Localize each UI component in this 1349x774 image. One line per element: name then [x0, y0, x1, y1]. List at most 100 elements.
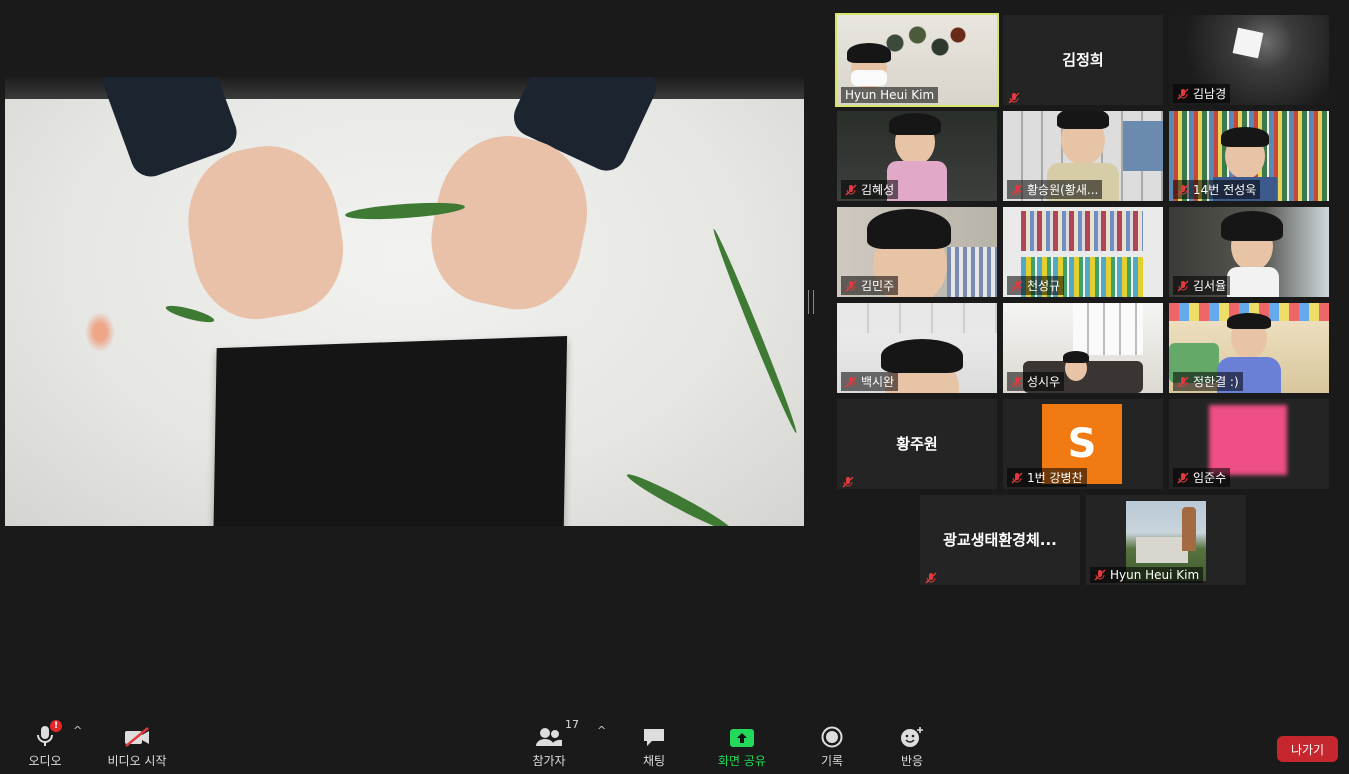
participant-tile[interactable]: 황승원(황새... — [1003, 111, 1163, 201]
mic-muted-icon — [1177, 376, 1189, 388]
audio-options-caret[interactable]: ^ — [73, 724, 82, 737]
participant-label: 백시완 — [841, 372, 899, 391]
participant-tile[interactable]: 임준수 — [1169, 399, 1329, 489]
mic-muted-icon — [1011, 472, 1023, 484]
participant-tile[interactable]: 성시우 — [1003, 303, 1163, 393]
participant-name: 광교생태환경체... — [943, 531, 1057, 549]
participant-name: Hyun Heui Kim — [1110, 568, 1200, 582]
participant-tile[interactable]: 광교생태환경체... — [920, 495, 1080, 585]
participant-tile[interactable]: 김남경 — [1169, 15, 1329, 105]
participant-name: 김민주 — [861, 279, 895, 293]
share-screen-label: 화면 공유 — [718, 754, 766, 768]
mic-muted-icon — [845, 376, 857, 388]
participants-label: 참가자 — [532, 754, 566, 768]
orange-stain — [85, 312, 115, 352]
participant-label: 14번 전성욱 — [1173, 180, 1261, 199]
participant-tile[interactable]: Hyun Heui Kim — [835, 13, 999, 107]
participant-label: 성시우 — [1007, 372, 1065, 391]
participant-name: 김정희 — [1062, 51, 1104, 69]
main-video[interactable] — [5, 77, 804, 526]
participant-tile[interactable]: 황주원 — [837, 399, 997, 489]
mic-muted-icon — [1177, 472, 1189, 484]
participant-name: Hyun Heui Kim — [845, 88, 935, 102]
participant-tile[interactable]: 14번 전성욱 — [1169, 111, 1329, 201]
reactions-button[interactable]: 반응 — [872, 720, 952, 769]
audio-alert-badge: ! — [50, 720, 62, 732]
meeting-toolbar: 오디오 ! ^ 비디오 시작 참가자 17 ^ 채팅 화면 공유 기록 반응 — [0, 710, 1349, 774]
participant-label: 1번 강병찬 — [1007, 468, 1087, 487]
participant-tile[interactable]: 김서율 — [1169, 207, 1329, 297]
participant-label: 김혜성 — [841, 180, 899, 199]
participant-name: 김남경 — [1193, 87, 1227, 101]
chat-icon — [644, 729, 664, 746]
share-screen-button[interactable]: 화면 공유 — [702, 720, 782, 769]
mic-muted-icon — [1177, 184, 1189, 196]
participant-name: 백시완 — [861, 375, 895, 389]
mic-muted-icon — [1177, 280, 1189, 292]
participant-label: 임준수 — [1173, 468, 1231, 487]
mic-muted-icon — [925, 569, 937, 584]
participant-name: 김서율 — [1193, 279, 1227, 293]
mic-muted-icon — [1177, 280, 1189, 292]
share-screen-icon — [730, 729, 754, 747]
participant-name: 천성규 — [1027, 279, 1061, 293]
reaction-smiley-icon — [901, 727, 923, 747]
participant-name: 임준수 — [1193, 471, 1227, 485]
record-label: 기록 — [820, 754, 844, 768]
participant-label: 김민주 — [841, 276, 899, 295]
participant-name: 1번 강병찬 — [1027, 471, 1083, 485]
mic-muted-icon — [1011, 280, 1023, 292]
participants-button[interactable]: 참가자 17 — [509, 718, 589, 769]
chat-button[interactable]: 채팅 — [614, 720, 694, 769]
participant-tile[interactable]: 정한결 :) — [1169, 303, 1329, 393]
participant-label: Hyun Heui Kim — [1090, 567, 1204, 583]
mic-muted-icon — [845, 184, 857, 196]
participants-icon — [536, 728, 562, 746]
mic-muted-icon — [845, 280, 857, 292]
participant-tile[interactable]: 백시완 — [837, 303, 997, 393]
mic-muted-icon — [1177, 376, 1189, 388]
record-button[interactable]: 기록 — [792, 720, 872, 769]
mic-muted-icon — [1011, 472, 1023, 484]
mic-muted-icon — [1008, 92, 1020, 104]
mic-muted-icon — [1011, 280, 1023, 292]
mic-muted-icon — [845, 376, 857, 388]
participant-label: 정한결 :) — [1173, 372, 1243, 391]
participant-tile[interactable]: 김민주 — [837, 207, 997, 297]
mic-muted-icon — [845, 184, 857, 196]
participant-tile[interactable]: S 1번 강병찬 — [1003, 399, 1163, 489]
video-off-icon — [125, 727, 149, 747]
mic-muted-icon — [1177, 472, 1189, 484]
participant-label: 김서율 — [1173, 276, 1231, 295]
participant-label: 천성규 — [1007, 276, 1065, 295]
participant-tile[interactable]: 김정희 — [1003, 15, 1163, 105]
mic-muted-icon — [1094, 569, 1106, 581]
resize-handle[interactable] — [808, 290, 814, 314]
participant-label: Hyun Heui Kim — [841, 87, 939, 103]
participant-name: 김혜성 — [861, 183, 895, 197]
reactions-label: 반응 — [900, 754, 924, 768]
participants-options-caret[interactable]: ^ — [597, 724, 606, 737]
mic-muted-icon — [1177, 88, 1189, 100]
participant-name: 황승원(황새... — [1027, 183, 1099, 197]
participant-label: 김남경 — [1173, 84, 1231, 103]
participant-tile[interactable]: Hyun Heui Kim — [1086, 495, 1246, 585]
mic-muted-icon — [1011, 184, 1023, 196]
mic-muted-icon — [845, 280, 857, 292]
mic-muted-icon — [842, 476, 854, 488]
participant-name: 성시우 — [1027, 375, 1061, 389]
video-label: 비디오 시작 — [107, 754, 167, 768]
audio-label: 오디오 — [28, 754, 62, 768]
participant-tile[interactable]: 천성규 — [1003, 207, 1163, 297]
leave-button[interactable]: 나가기 — [1277, 736, 1338, 762]
mic-muted-icon — [1177, 88, 1189, 100]
mic-muted-icon — [1008, 89, 1020, 104]
chat-label: 채팅 — [642, 754, 666, 768]
mic-muted-icon — [1094, 569, 1106, 581]
record-icon — [821, 726, 843, 748]
mic-muted-icon — [1011, 376, 1023, 388]
participant-tile[interactable]: 김혜성 — [837, 111, 997, 201]
video-button[interactable]: 비디오 시작 — [97, 720, 177, 769]
participant-name: 정한결 :) — [1193, 375, 1239, 389]
participant-label: 황승원(황새... — [1007, 180, 1103, 199]
